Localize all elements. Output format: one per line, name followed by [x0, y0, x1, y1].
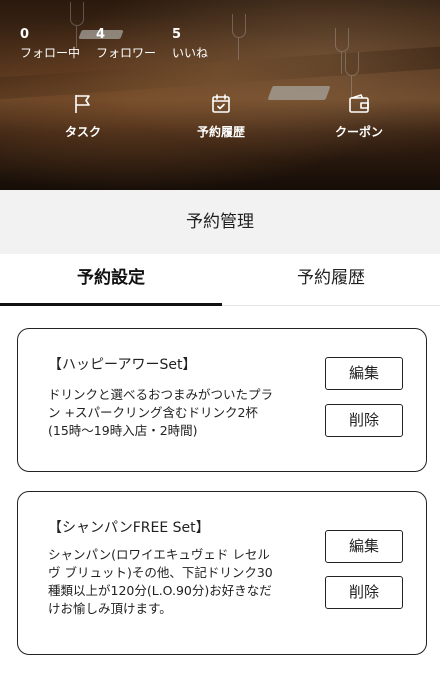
- reservation-description-line: けお愉しみ頂けます。: [48, 601, 172, 616]
- stat-following[interactable]: 0 フォロー中: [20, 28, 80, 64]
- flag-icon: [28, 92, 138, 116]
- stat-followers[interactable]: 4 フォロワー: [96, 28, 156, 64]
- wallet-icon: [304, 92, 414, 116]
- reservation-description-line: (15時〜19時入店・2時間): [48, 423, 198, 438]
- stat-likes-label: いいね: [172, 46, 209, 60]
- reservation-description-line: シャンパン(ロワイエキュヴェド レセル: [48, 547, 270, 562]
- reservation-card: 【ハッピーアワーSet】 ドリンクと選べるおつまみがついたプラ ン +スパークリ…: [17, 328, 427, 472]
- reservation-description-line: ン +スパークリング含むドリンク2杯: [48, 405, 258, 420]
- stat-followers-label: フォロワー: [96, 46, 157, 60]
- reservation-card: 【シャンパンFREE Set】 シャンパン(ロワイエキュヴェド レセル ヴ ブリ…: [17, 491, 427, 655]
- quick-nav-task-label: タスク: [64, 125, 101, 139]
- profile-stats: 0 フォロー中 4 フォロワー 5 いいね: [20, 28, 224, 64]
- stat-followers-count: 4: [96, 27, 106, 42]
- stat-following-count: 0: [20, 27, 30, 42]
- quick-nav-history-label: 予約履歴: [196, 125, 245, 139]
- reservation-title: 【シャンパンFREE Set】: [48, 520, 210, 536]
- quick-nav-coupon[interactable]: クーポン: [304, 92, 414, 140]
- tab-reservation-history[interactable]: 予約履歴: [222, 254, 440, 306]
- quick-nav: タスク 予約履歴 クーポン: [0, 92, 440, 152]
- profile-header-image: 0 フォロー中 4 フォロワー 5 いいね タスク 予約履歴 クーポン: [0, 0, 440, 190]
- reservation-title: 【ハッピーアワーSet】: [48, 357, 197, 373]
- quick-nav-task[interactable]: タスク: [28, 92, 138, 140]
- quick-nav-history[interactable]: 予約履歴: [166, 92, 276, 140]
- reservation-description-line: 種類以上が120分(L.O.90分)お好きなだ: [48, 583, 272, 598]
- tab-bar: 予約設定 予約履歴: [0, 254, 440, 306]
- edit-button[interactable]: 編集: [325, 357, 403, 390]
- stat-likes[interactable]: 5 いいね: [172, 28, 208, 64]
- edit-button[interactable]: 編集: [325, 530, 403, 563]
- active-tab-indicator: [0, 303, 222, 306]
- stat-likes-count: 5: [172, 27, 182, 42]
- reservation-description: ドリンクと選べるおつまみがついたプラ ン +スパークリング含むドリンク2杯 (1…: [48, 386, 310, 440]
- reservation-description-line: ヴ ブリュット)その他、下記ドリンク30: [48, 565, 273, 580]
- tab-reservation-settings[interactable]: 予約設定: [0, 254, 222, 306]
- reservation-description-line: ドリンクと選べるおつまみがついたプラ: [48, 387, 274, 402]
- reservation-description: シャンパン(ロワイエキュヴェド レセル ヴ ブリュット)その他、下記ドリンク30…: [48, 546, 310, 618]
- stat-following-label: フォロー中: [20, 46, 81, 60]
- page-title: 予約管理: [0, 190, 440, 254]
- calendar-check-icon: [166, 92, 276, 116]
- delete-button[interactable]: 削除: [325, 576, 403, 609]
- delete-button[interactable]: 削除: [325, 404, 403, 437]
- quick-nav-coupon-label: クーポン: [334, 125, 383, 139]
